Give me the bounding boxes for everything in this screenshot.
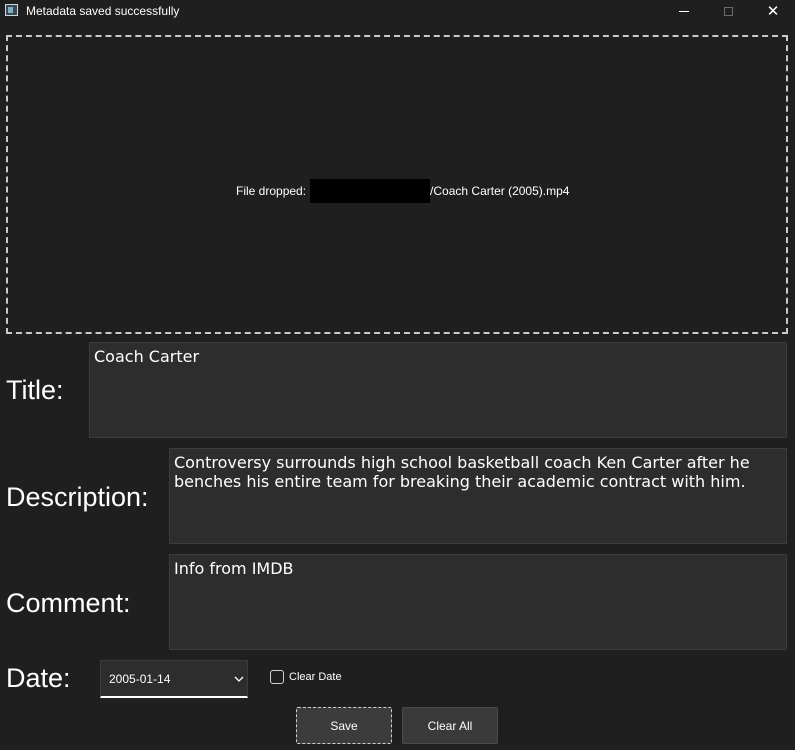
dropped-filename: /Coach Carter (2005).mp4	[430, 184, 570, 198]
date-select[interactable]: 2005-01-14	[100, 660, 248, 698]
comment-label: Comment:	[6, 588, 131, 618]
close-button[interactable]: ✕	[750, 0, 795, 22]
date-label: Date:	[6, 663, 71, 693]
maximize-icon	[723, 6, 733, 16]
close-icon: ✕	[766, 2, 780, 20]
checkbox-box[interactable]	[270, 670, 284, 684]
app-window-icon	[5, 4, 18, 16]
title-input[interactable]: Coach Carter	[89, 342, 787, 438]
maximize-button[interactable]	[705, 0, 751, 22]
drop-status: File dropped: /Coach Carter (2005).mp4	[236, 179, 569, 203]
title-bar: Metadata saved successfully ✕	[0, 0, 795, 22]
clear-all-button[interactable]: Clear All	[402, 707, 498, 744]
clear-date-checkbox[interactable]: Clear Date	[270, 670, 342, 684]
minimize-icon	[679, 10, 689, 12]
title-label: Title:	[6, 375, 64, 405]
window-title: Metadata saved successfully	[26, 4, 180, 18]
redacted-path	[310, 179, 431, 203]
file-drop-zone[interactable]: File dropped: /Coach Carter (2005).mp4	[6, 35, 788, 334]
comment-input[interactable]: Info from IMDB	[169, 554, 787, 650]
clear-date-label: Clear Date	[289, 671, 342, 683]
drop-status-prefix: File dropped:	[236, 184, 307, 198]
app-window: Metadata saved successfully ✕ File dropp…	[0, 0, 795, 750]
description-label: Description:	[6, 482, 149, 512]
chevron-down-icon	[234, 676, 244, 682]
save-button[interactable]: Save	[296, 707, 392, 744]
description-input[interactable]: Controversy surrounds high school basket…	[169, 448, 787, 544]
minimize-button[interactable]	[661, 0, 707, 22]
date-value: 2005-01-14	[109, 672, 171, 686]
